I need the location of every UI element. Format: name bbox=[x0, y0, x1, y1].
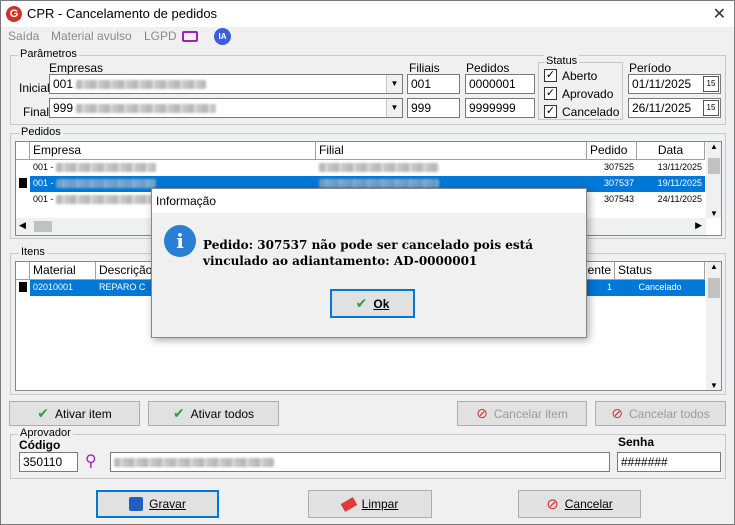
ativar-item-button[interactable]: ✔ Ativar item bbox=[9, 401, 140, 426]
filial-inicial-input[interactable]: 001 bbox=[407, 74, 460, 94]
app-logo-icon: G bbox=[6, 6, 22, 22]
info-icon: i bbox=[164, 225, 196, 257]
col-data[interactable]: Data bbox=[637, 142, 705, 160]
periodo-inicio-input[interactable]: 01/11/2025 15 bbox=[628, 74, 721, 94]
table-row[interactable]: 001 - bbox=[30, 160, 316, 176]
itens-label: Itens bbox=[19, 246, 47, 258]
cancelado-label: Cancelado bbox=[562, 105, 620, 119]
menu-lgpd[interactable]: LGPD bbox=[144, 29, 177, 43]
col-status[interactable]: Status bbox=[615, 262, 705, 280]
chevron-up-icon: ▲ bbox=[710, 142, 718, 151]
monitor-icon[interactable] bbox=[182, 31, 198, 42]
chevron-left-icon: ◀ bbox=[19, 220, 26, 230]
save-icon bbox=[129, 497, 144, 511]
empresas-label: Empresas bbox=[49, 61, 104, 75]
chevron-right-icon: ▶ bbox=[695, 220, 702, 230]
codigo-label: Código bbox=[19, 438, 61, 452]
filial-final-input[interactable]: 999 bbox=[407, 98, 460, 118]
no-entry-icon: ⊘ bbox=[546, 496, 559, 513]
col-material[interactable]: Material bbox=[30, 262, 96, 280]
cancelar-button[interactable]: ⊘ Cancelar bbox=[518, 490, 641, 518]
aprovador-nome-field bbox=[110, 452, 610, 472]
close-icon[interactable]: ✕ bbox=[713, 4, 726, 24]
aberto-label: Aberto bbox=[562, 69, 598, 83]
dialog-title: Informação bbox=[152, 189, 586, 213]
chevron-up-icon: ▲ bbox=[710, 262, 718, 271]
row-indicator bbox=[16, 280, 30, 296]
aprovado-checkbox[interactable]: ✓ bbox=[544, 87, 557, 100]
periodo-fim-input[interactable]: 26/11/2025 15 bbox=[628, 98, 721, 118]
no-entry-icon: ⊘ bbox=[611, 405, 623, 421]
info-dialog: Informação i Pedido: 307537 não pode ser… bbox=[151, 188, 587, 338]
search-icon[interactable]: ⚲ bbox=[85, 451, 97, 471]
filiais-label: Filiais bbox=[409, 61, 440, 75]
gravar-button[interactable]: Gravar bbox=[96, 490, 219, 518]
periodo-label: Período bbox=[629, 61, 672, 75]
chevron-down-icon[interactable]: ▼ bbox=[386, 75, 402, 93]
inicial-label: Inicial bbox=[19, 81, 50, 95]
pedido-final-input[interactable]: 9999999 bbox=[465, 98, 535, 118]
calendar-icon[interactable]: 15 bbox=[703, 100, 719, 116]
row-indicator bbox=[16, 176, 30, 192]
window-title: CPR - Cancelamento de pedidos bbox=[27, 6, 218, 21]
empresa-final-select[interactable]: 999 ▼ bbox=[49, 98, 403, 118]
codigo-input[interactable]: 350110 bbox=[19, 452, 78, 472]
final-label: Final bbox=[23, 105, 50, 119]
pedido-inicial-input[interactable]: 0000001 bbox=[465, 74, 535, 94]
eraser-icon bbox=[340, 496, 357, 512]
senha-input[interactable]: ####### bbox=[617, 452, 721, 472]
pedidos-vscroll[interactable]: ▲ ▼ bbox=[706, 142, 721, 218]
col-empresa[interactable]: Empresa bbox=[30, 142, 316, 160]
limpar-button[interactable]: Limpar bbox=[308, 490, 432, 518]
aprovado-label: Aprovado bbox=[562, 87, 614, 101]
chevron-down-icon: ▼ bbox=[710, 209, 718, 218]
ativar-todos-button[interactable]: ✔ Ativar todos bbox=[148, 401, 279, 426]
check-icon: ✔ bbox=[37, 405, 50, 421]
pedidos-group-label: Pedidos bbox=[19, 126, 63, 138]
senha-label: Senha bbox=[618, 435, 655, 449]
calendar-icon[interactable]: 15 bbox=[703, 76, 719, 92]
status-label: Status bbox=[544, 55, 580, 67]
no-entry-icon: ⊘ bbox=[476, 405, 488, 421]
menu-saida[interactable]: Saída bbox=[8, 29, 39, 43]
cancelar-item-button[interactable]: ⊘ Cancelar item bbox=[457, 401, 587, 426]
title-bar: G CPR - Cancelamento de pedidos ✕ bbox=[1, 1, 734, 27]
menu-material-avulso[interactable]: Material avulso bbox=[51, 29, 132, 43]
parametros-label: Parâmetros bbox=[18, 48, 79, 60]
main-window: G CPR - Cancelamento de pedidos ✕ Saída … bbox=[0, 0, 735, 525]
check-icon: ✔ bbox=[355, 295, 368, 311]
chevron-down-icon[interactable]: ▼ bbox=[386, 99, 402, 117]
cancelado-checkbox[interactable]: ✓ bbox=[544, 105, 557, 118]
empresa-inicial-select[interactable]: 001 ▼ bbox=[49, 74, 403, 94]
col-filial[interactable]: Filial bbox=[316, 142, 587, 160]
cancelar-todos-button[interactable]: ⊘ Cancelar todos bbox=[595, 401, 726, 426]
menu-bar: Saída Material avulso LGPD IA bbox=[1, 27, 734, 47]
dialog-message: Pedido: 307537 não pode ser cancelado po… bbox=[203, 238, 533, 268]
itens-vscroll[interactable]: ▲ ▼ bbox=[706, 262, 721, 390]
check-icon: ✔ bbox=[172, 405, 185, 421]
pedidos-label: Pedidos bbox=[466, 61, 510, 75]
ia-icon[interactable]: IA bbox=[214, 28, 231, 45]
ok-button[interactable]: ✔ Ok bbox=[330, 289, 415, 318]
col-pedido[interactable]: Pedido bbox=[587, 142, 637, 160]
aberto-checkbox[interactable]: ✓ bbox=[544, 69, 557, 82]
chevron-down-icon: ▼ bbox=[710, 381, 718, 390]
table-row-selected[interactable]: 02010001 bbox=[30, 280, 96, 296]
